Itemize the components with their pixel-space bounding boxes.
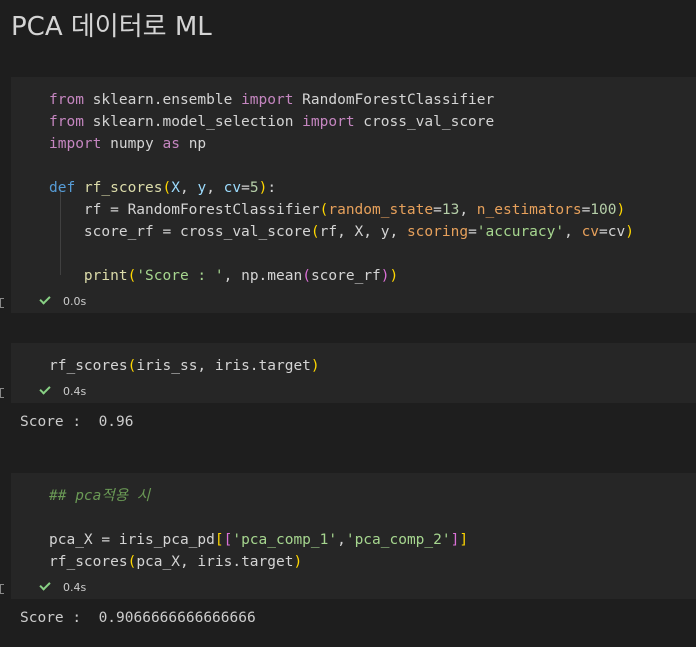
code-token: rf_scores [49, 358, 128, 374]
code-line: from sklearn.ensemble import RandomFores… [49, 89, 494, 111]
code-token: = [241, 180, 250, 196]
code-token: rf = RandomForestClassifier [49, 202, 320, 218]
code-token: score_rf = cross_val_score [49, 224, 311, 240]
code-token: ## pca적용 시 [49, 488, 151, 504]
code-token: 13 [441, 202, 460, 218]
code-token: , [179, 180, 198, 196]
code-token: import [302, 114, 355, 130]
code-token: sklearn.model_selection [83, 114, 303, 130]
code-token: numpy [101, 136, 163, 152]
code-token: , [564, 224, 582, 240]
code-line: score_rf = cross_val_score(rf, X, y, sco… [49, 221, 634, 243]
code-token: ( [127, 554, 137, 570]
execution-time: 0.4s [63, 385, 87, 398]
code-token: ( [310, 224, 320, 240]
code-token: , [206, 180, 224, 196]
code-token: random_state [328, 202, 434, 218]
code-line: ## pca적용 시 [49, 485, 150, 507]
execution-time: 0.0s [63, 295, 87, 308]
code-line: import numpy as np [49, 133, 206, 155]
code-token: pca_X, iris.target [136, 554, 294, 570]
cell-status-3: 0.4s [0, 577, 696, 599]
collapse-bracket-icon[interactable] [0, 298, 4, 308]
code-token: RandomForestClassifier [293, 92, 495, 108]
code-token: def [49, 180, 76, 196]
code-token: ) [380, 268, 390, 284]
code-token: rf, X, y, [319, 224, 407, 240]
code-token: = [581, 202, 591, 218]
code-token: =cv [599, 224, 626, 240]
code-token: = [468, 224, 477, 240]
code-token: print [83, 268, 128, 284]
code-token: as [162, 136, 180, 152]
code-token: , [337, 532, 346, 548]
code-line: rf = RandomForestClassifier(random_state… [49, 199, 625, 221]
code-token: scoring [406, 224, 469, 240]
code-token: 'pca_comp_1' [232, 532, 338, 548]
code-token: = [433, 202, 442, 218]
code-token: np [179, 136, 207, 152]
code-token: ) [625, 224, 634, 240]
cell-status-1: 0.0s [0, 291, 696, 313]
code-token: iris_ss, iris.target [136, 358, 311, 374]
code-line: rf_scores(iris_ss, iris.target) [49, 355, 320, 377]
code-token: ) [310, 358, 320, 374]
collapse-bracket-icon[interactable] [0, 584, 4, 594]
code-line: print('Score : ', np.mean(score_rf)) [49, 265, 398, 287]
code-token: n_estimators [476, 202, 582, 218]
code-token: cv [581, 224, 600, 240]
code-token: from [49, 114, 84, 130]
execution-time: 0.4s [63, 581, 87, 594]
code-line: rf_scores(pca_X, iris.target) [49, 551, 302, 573]
check-icon [39, 383, 51, 395]
code-token: 100 [590, 202, 617, 218]
code-token: import [241, 92, 294, 108]
code-token: sklearn.ensemble [83, 92, 242, 108]
code-token: score_rf [310, 268, 381, 284]
code-token: 'Score : ' [136, 268, 224, 284]
code-line: from sklearn.model_selection import cros… [49, 111, 494, 133]
code-token: from [49, 92, 84, 108]
code-line: pca_X = iris_pca_pd[['pca_comp_1','pca_c… [49, 529, 468, 551]
code-token: , np.mean [223, 268, 303, 284]
code-token: cross_val_score [354, 114, 495, 130]
cell-output-3: Score : 0.9066666666666666 [20, 610, 256, 626]
code-token: : [267, 180, 277, 196]
code-token: ( [302, 268, 311, 284]
code-token: 5 [249, 180, 259, 196]
page-title: PCA 데이터로 ML [11, 12, 212, 42]
code-token: import [49, 136, 102, 152]
code-token: ) [389, 268, 399, 284]
check-icon [39, 579, 51, 591]
code-token: ) [293, 554, 303, 570]
code-cell-2[interactable]: rf_scores(iris_ss, iris.target) [11, 343, 696, 381]
code-token: ( [127, 358, 137, 374]
code-token: , [459, 202, 477, 218]
code-token: rf_scores [49, 554, 128, 570]
code-cell-1[interactable]: from sklearn.ensemble import RandomFores… [11, 77, 696, 291]
cell-output-2: Score : 0.96 [20, 414, 134, 430]
code-token: rf_scores [83, 180, 163, 196]
code-token: ] [459, 532, 469, 548]
code-token: cv [223, 180, 242, 196]
code-cell-3[interactable]: ## pca적용 시 pca_X = iris_pca_pd[['pca_comp… [11, 473, 696, 577]
code-token: y [197, 180, 207, 196]
code-token: X [171, 180, 180, 196]
code-token: pca_X = iris_pca_pd [49, 532, 215, 548]
collapse-bracket-icon[interactable] [0, 388, 4, 398]
code-token: ( [127, 268, 137, 284]
code-token: ) [616, 202, 626, 218]
code-token: ( [162, 180, 172, 196]
code-token: 'pca_comp_2' [345, 532, 451, 548]
cell-status-2: 0.4s [0, 381, 696, 403]
check-icon [39, 293, 51, 305]
code-line: def rf_scores(X, y, cv=5): [49, 177, 276, 199]
code-token: 'accuracy' [476, 224, 565, 240]
code-token: [ [214, 532, 224, 548]
